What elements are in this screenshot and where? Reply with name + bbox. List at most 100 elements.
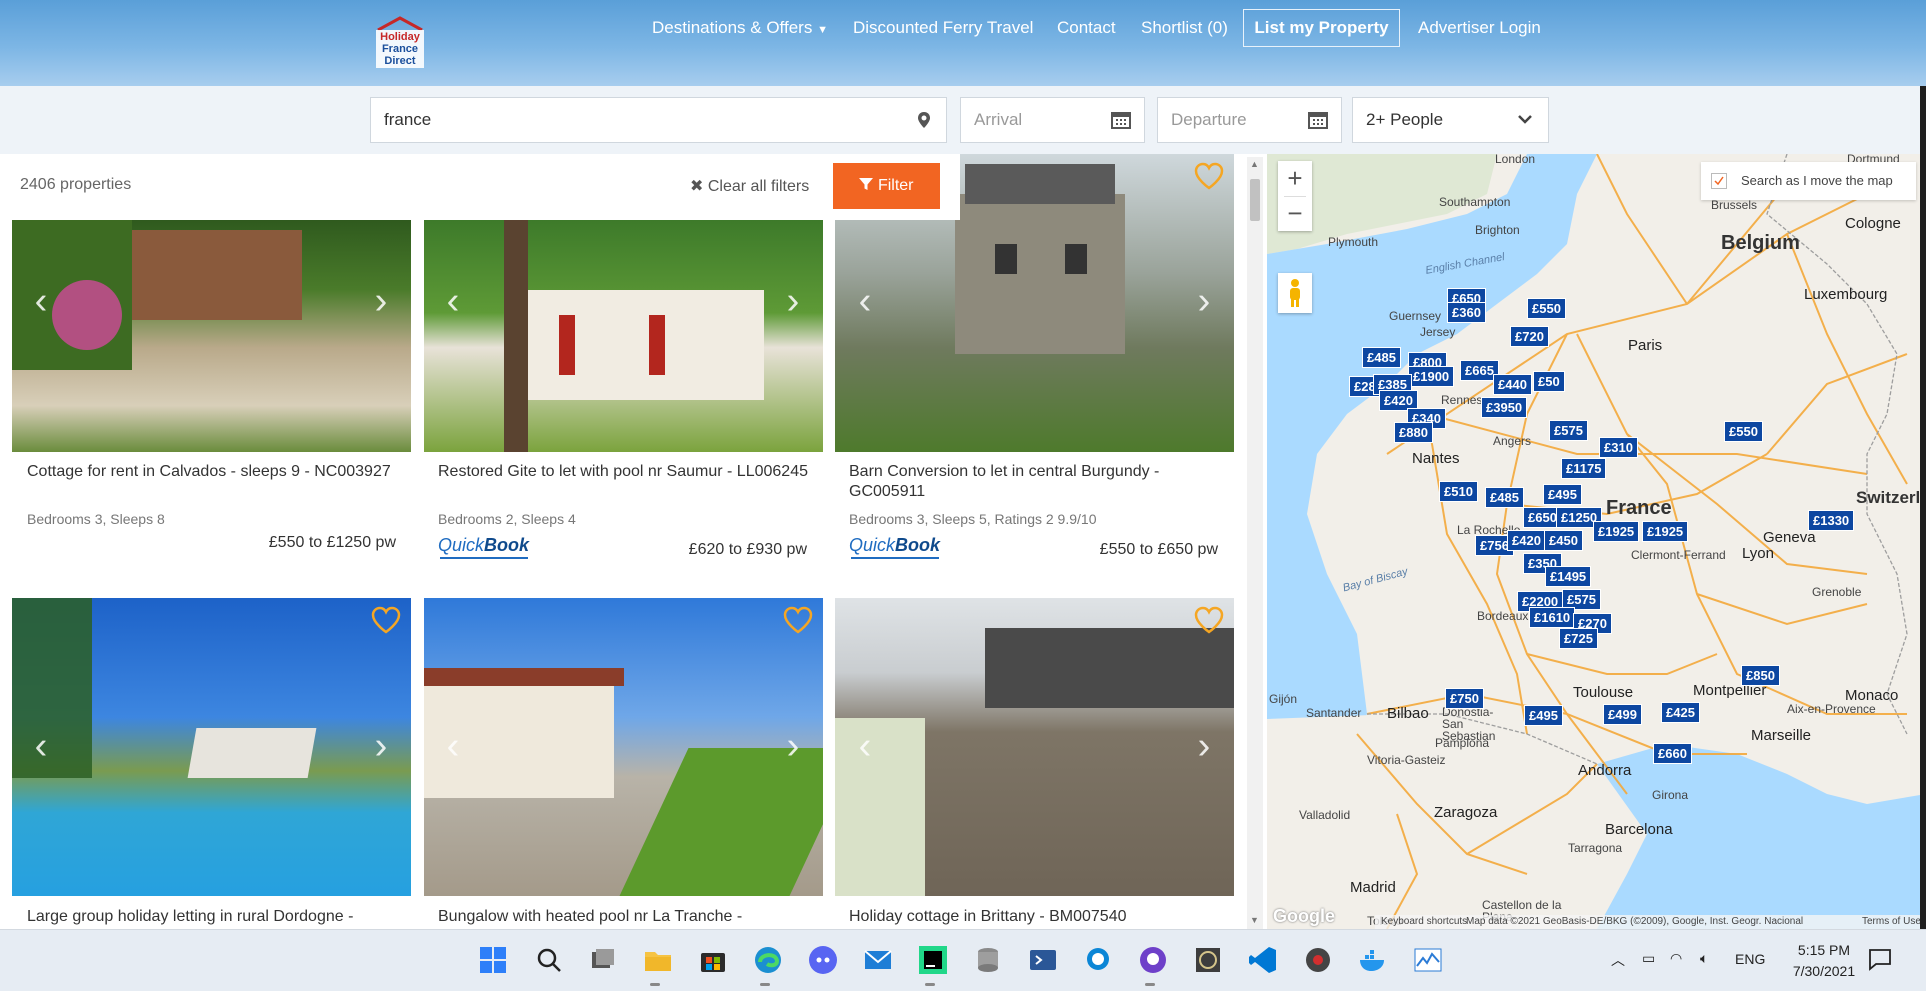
price-pin[interactable]: £750 <box>1445 688 1484 709</box>
app-icon[interactable] <box>1192 944 1224 976</box>
price-pin[interactable]: £495 <box>1524 705 1563 726</box>
heart-icon[interactable] <box>371 606 401 634</box>
street-view-pegman-icon[interactable] <box>1278 273 1312 313</box>
price-pin[interactable]: £550 <box>1724 421 1763 442</box>
nav-shortlist[interactable]: Shortlist (0) <box>1141 18 1228 38</box>
card-title[interactable]: Large group holiday letting in rural Dor… <box>27 907 407 927</box>
language-indicator[interactable]: ENG <box>1735 951 1765 967</box>
heart-icon[interactable] <box>783 606 813 634</box>
card-image[interactable] <box>835 598 1234 896</box>
results-scrollbar[interactable]: ▲ ▼ <box>1247 157 1263 929</box>
price-pin[interactable]: £1925 <box>1642 521 1689 542</box>
clock-time[interactable]: 5:15 PM <box>1784 942 1864 958</box>
price-pin[interactable]: £1610 <box>1529 607 1576 628</box>
price-pin[interactable]: £485 <box>1362 347 1401 368</box>
card-title[interactable]: Bungalow with heated pool nr La Tranche … <box>438 907 818 927</box>
price-pin[interactable]: £575 <box>1549 420 1588 441</box>
heart-icon[interactable] <box>1194 606 1224 634</box>
prev-image-arrow[interactable]: ‹ <box>852 726 878 766</box>
list-property-button[interactable]: List my Property <box>1243 9 1400 47</box>
zoom-in-button[interactable]: + <box>1278 161 1312 196</box>
price-pin[interactable]: £725 <box>1559 628 1598 649</box>
next-image-arrow[interactable]: › <box>1191 726 1217 766</box>
price-pin[interactable]: £420 <box>1507 530 1546 551</box>
search-as-move-toggle[interactable]: Search as I move the map <box>1701 162 1916 200</box>
keyboard-shortcuts-link[interactable]: Keyboard shortcuts <box>1381 916 1467 927</box>
scroll-down-icon[interactable]: ▼ <box>1250 915 1259 925</box>
terms-link[interactable]: Terms of Use <box>1862 916 1921 927</box>
next-image-arrow[interactable]: › <box>368 281 394 321</box>
price-pin[interactable]: £450 <box>1544 530 1583 551</box>
discord-icon[interactable] <box>807 944 839 976</box>
price-pin[interactable]: £880 <box>1394 422 1433 443</box>
card-title[interactable]: Restored Gite to let with pool nr Saumur… <box>438 462 808 482</box>
card-title[interactable]: Holiday cottage in Brittany - BM007540 <box>849 907 1229 927</box>
price-pin[interactable]: £425 <box>1661 702 1700 723</box>
windows-start-icon[interactable] <box>477 944 509 976</box>
powershell-icon[interactable] <box>1027 944 1059 976</box>
price-pin[interactable]: £50 <box>1533 371 1565 392</box>
zoom-out-button[interactable]: − <box>1278 196 1312 231</box>
nav-contact[interactable]: Contact <box>1057 18 1116 38</box>
location-input[interactable]: france <box>370 97 947 143</box>
price-pin[interactable]: £360 <box>1447 302 1486 323</box>
card-image[interactable] <box>12 220 411 452</box>
scroll-up-icon[interactable]: ▲ <box>1250 159 1259 169</box>
nav-destinations[interactable]: Destinations & Offers ▼ <box>652 18 828 38</box>
price-pin[interactable]: £1495 <box>1545 566 1592 587</box>
price-pin[interactable]: £1175 <box>1561 458 1607 479</box>
price-pin[interactable]: £850 <box>1741 665 1780 686</box>
price-pin[interactable]: £440 <box>1493 374 1532 395</box>
edge-browser-icon[interactable] <box>752 944 784 976</box>
prev-image-arrow[interactable]: ‹ <box>28 726 54 766</box>
prev-image-arrow[interactable]: ‹ <box>28 281 54 321</box>
store-icon[interactable] <box>697 944 729 976</box>
heart-icon[interactable] <box>1194 162 1224 190</box>
next-image-arrow[interactable]: › <box>368 726 394 766</box>
next-image-arrow[interactable]: › <box>780 281 806 321</box>
price-pin[interactable]: £1925 <box>1593 521 1640 542</box>
site-logo[interactable]: Holiday France Direct <box>370 14 430 70</box>
results-map[interactable]: London Dortmund Southampton Brighton Ply… <box>1267 154 1926 929</box>
prev-image-arrow[interactable]: ‹ <box>440 281 466 321</box>
checkbox[interactable] <box>1711 173 1727 189</box>
price-pin[interactable]: £485 <box>1485 487 1524 508</box>
notification-icon[interactable] <box>1867 947 1893 976</box>
window-scrollbar[interactable] <box>1920 86 1926 929</box>
database-icon[interactable] <box>972 944 1004 976</box>
chat-icon[interactable] <box>1082 944 1114 976</box>
card-title[interactable]: Cottage for rent in Calvados - sleeps 9 … <box>27 462 397 482</box>
price-pin[interactable]: £1330 <box>1808 510 1855 531</box>
vscode-icon[interactable] <box>1247 944 1279 976</box>
next-image-arrow[interactable]: › <box>1191 281 1217 321</box>
pycharm-icon[interactable] <box>917 944 949 976</box>
clock-date[interactable]: 7/30/2021 <box>1784 963 1864 979</box>
volume-icon[interactable]: 🔈︎ <box>1700 950 1708 967</box>
price-pin[interactable]: £1900 <box>1408 366 1455 387</box>
price-pin[interactable]: £510 <box>1439 481 1478 502</box>
price-pin[interactable]: £495 <box>1543 484 1582 505</box>
card-image[interactable] <box>424 598 823 896</box>
wifi-icon[interactable]: ◠ <box>1670 950 1682 967</box>
card-image[interactable] <box>424 220 823 452</box>
advertiser-login-link[interactable]: Advertiser Login <box>1418 18 1541 38</box>
tray-chevron-icon[interactable]: ︿ <box>1611 950 1625 970</box>
price-pin[interactable]: £310 <box>1599 437 1638 458</box>
task-view-icon[interactable] <box>587 944 619 976</box>
price-pin[interactable]: £720 <box>1510 326 1549 347</box>
file-explorer-icon[interactable] <box>642 944 674 976</box>
resource-monitor-icon[interactable] <box>1412 944 1444 976</box>
price-pin[interactable]: £499 <box>1603 704 1642 725</box>
prev-image-arrow[interactable]: ‹ <box>852 281 878 321</box>
nav-ferry[interactable]: Discounted Ferry Travel <box>853 18 1033 38</box>
filter-button[interactable]: Filter <box>833 163 940 209</box>
github-icon[interactable] <box>1137 944 1169 976</box>
search-icon[interactable] <box>533 944 565 976</box>
card-title[interactable]: Barn Conversion to let in central Burgun… <box>849 462 1219 502</box>
mail-icon[interactable] <box>862 944 894 976</box>
docker-icon[interactable] <box>1357 944 1389 976</box>
scrollbar-thumb[interactable] <box>1250 179 1260 221</box>
battery-icon[interactable]: ▭ <box>1642 950 1655 967</box>
prev-image-arrow[interactable]: ‹ <box>440 726 466 766</box>
next-image-arrow[interactable]: › <box>780 726 806 766</box>
